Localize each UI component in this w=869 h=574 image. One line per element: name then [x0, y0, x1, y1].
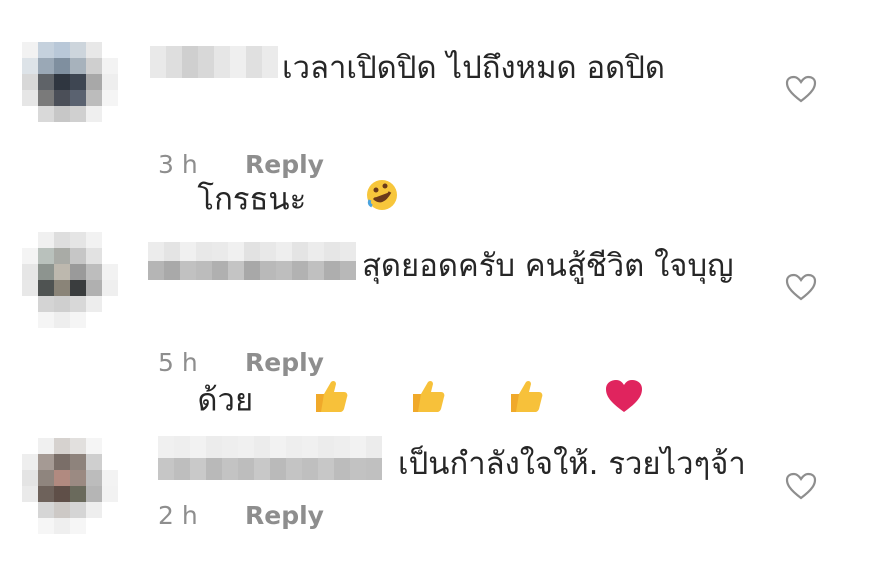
- reply-button[interactable]: Reply: [245, 348, 324, 378]
- username-blurred[interactable]: [148, 242, 358, 280]
- reply-button[interactable]: Reply: [245, 501, 324, 531]
- comment-item: เป็นกำลังใจให้. รวยไวๆจ้า 2 h Reply: [0, 400, 869, 574]
- comment-item: สุดยอดครับ คนสู้ชีวิต ใจบุญ ด้วย 5 h Rep…: [0, 200, 869, 419]
- comment-timestamp: 5 h: [158, 348, 198, 377]
- like-heart-icon[interactable]: [784, 471, 818, 501]
- comment-text: เป็นกำลังใจให้. รวยไวๆจ้า: [398, 446, 746, 482]
- comment-item: เวลาเปิดปิด ไปถึงหมด อดปิด โกรธนะ 3 h Re…: [0, 0, 869, 218]
- reply-button[interactable]: Reply: [245, 150, 324, 180]
- comment-timestamp: 2 h: [158, 501, 198, 530]
- avatar[interactable]: [22, 42, 134, 154]
- username-blurred[interactable]: [150, 46, 278, 78]
- avatar[interactable]: [22, 438, 134, 550]
- comment-text: สุดยอดครับ คนสู้ชีวิต ใจบุญ: [362, 248, 734, 284]
- avatar[interactable]: [22, 232, 134, 344]
- username-blurred[interactable]: [158, 436, 388, 480]
- comment-text: เวลาเปิดปิด ไปถึงหมด อดปิด: [282, 50, 666, 86]
- like-heart-icon[interactable]: [784, 74, 818, 104]
- comment-timestamp: 3 h: [158, 150, 198, 179]
- like-heart-icon[interactable]: [784, 272, 818, 302]
